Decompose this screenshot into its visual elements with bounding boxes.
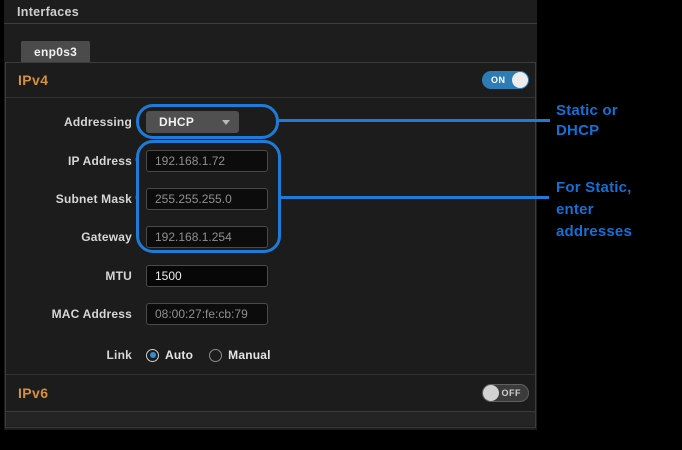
link-row: Link Auto Manual: [6, 344, 535, 366]
radio-unselected-icon: [209, 349, 222, 362]
addressing-dropdown[interactable]: DHCP: [146, 111, 239, 133]
ipv4-form: Addressing DHCP IP Address * Subnet Mask…: [6, 98, 535, 374]
mac-address-input[interactable]: [146, 303, 268, 325]
subnet-mask-row: Subnet Mask *: [6, 188, 535, 210]
gateway-input[interactable]: [146, 226, 268, 248]
ip-address-label: IP Address: [6, 154, 132, 168]
ipv4-toggle-label: ON: [491, 75, 506, 85]
callout-line: For Static,: [556, 177, 632, 199]
ip-address-row: IP Address *: [6, 150, 535, 172]
subnet-mask-label: Subnet Mask: [6, 192, 132, 206]
addressing-label: Addressing: [6, 115, 132, 129]
panel-footer: [6, 411, 535, 426]
toggle-knob-icon: [512, 72, 528, 88]
ipv4-section-title: IPv4: [18, 72, 48, 88]
mtu-row: MTU: [6, 265, 535, 287]
callout-line: Static or: [556, 101, 618, 121]
dropdown-caret-icon: [222, 120, 230, 125]
mtu-label: MTU: [6, 269, 132, 283]
link-label: Link: [6, 348, 132, 362]
link-auto-label: Auto: [165, 348, 193, 362]
callout2-connector-line: [281, 196, 549, 199]
callout1-connector-line: [279, 119, 550, 122]
ipv6-section-header: IPv6 OFF: [6, 374, 535, 411]
ipv4-toggle[interactable]: ON: [482, 71, 529, 89]
callout-line: DHCP: [556, 121, 618, 141]
ip-address-input[interactable]: [146, 150, 268, 172]
addressing-row: Addressing DHCP: [6, 111, 535, 133]
mtu-input[interactable]: [146, 265, 268, 287]
interfaces-window: Interfaces enp0s3 IPv4 ON Addressing DHC…: [4, 0, 537, 430]
mac-address-row: MAC Address: [6, 303, 535, 325]
callout-for-static: For Static, enter addresses: [556, 177, 632, 243]
page-title: Interfaces: [17, 5, 79, 19]
interface-tabstrip: enp0s3: [4, 24, 537, 62]
required-marker: *: [132, 157, 146, 166]
screenshot-root: Interfaces enp0s3 IPv4 ON Addressing DHC…: [0, 0, 682, 450]
addressing-dropdown-value: DHCP: [159, 115, 194, 129]
radio-selected-icon: [146, 349, 159, 362]
toggle-knob-icon: [483, 385, 499, 401]
callout-static-or-dhcp: Static or DHCP: [556, 101, 618, 141]
required-marker: *: [132, 195, 146, 204]
link-manual-label: Manual: [228, 348, 271, 362]
link-manual-option[interactable]: Manual: [209, 348, 271, 362]
interface-settings-panel: IPv4 ON Addressing DHCP IP Address: [5, 62, 536, 428]
link-radio-group: Auto Manual: [146, 348, 271, 362]
gateway-label: Gateway: [6, 230, 132, 244]
link-auto-option[interactable]: Auto: [146, 348, 193, 362]
tab-enp0s3[interactable]: enp0s3: [21, 41, 90, 62]
mac-address-label: MAC Address: [6, 307, 132, 321]
ipv6-toggle-label: OFF: [502, 388, 522, 398]
ipv6-toggle[interactable]: OFF: [482, 384, 529, 402]
subnet-mask-input[interactable]: [146, 188, 268, 210]
ipv6-section-title: IPv6: [18, 385, 48, 401]
window-header: Interfaces: [4, 0, 537, 24]
callout-line: enter: [556, 199, 632, 221]
callout-line: addresses: [556, 221, 632, 243]
ipv4-section-header: IPv4 ON: [6, 63, 535, 98]
gateway-row: Gateway: [6, 226, 535, 248]
